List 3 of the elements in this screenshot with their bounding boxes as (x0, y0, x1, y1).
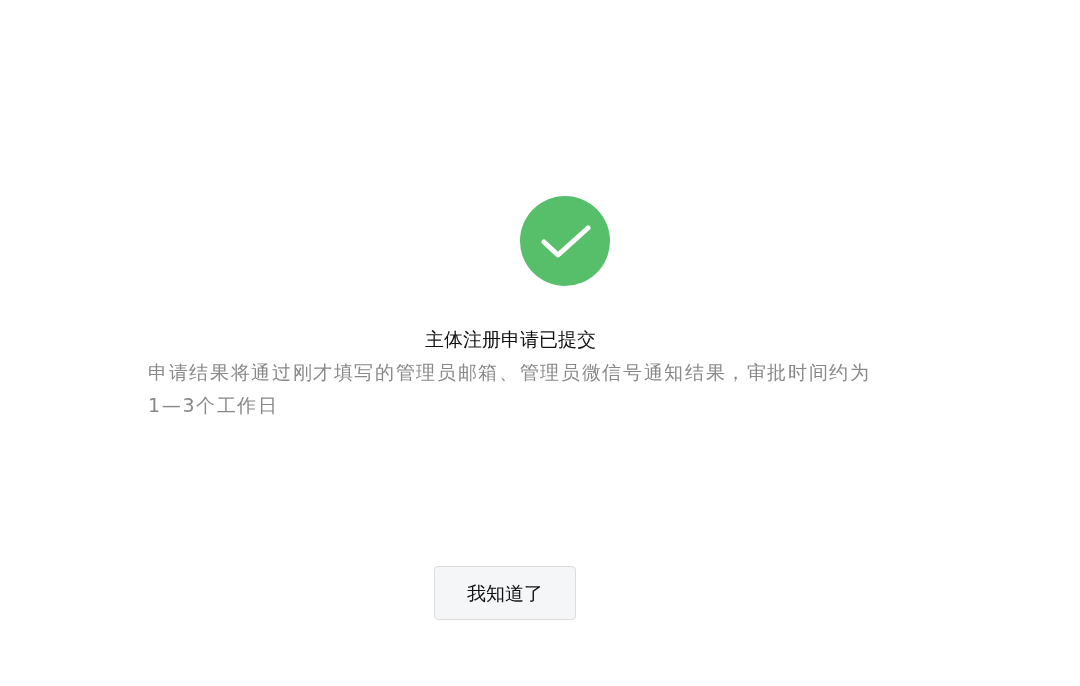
result-title: 主体注册申请已提交 (423, 327, 597, 352)
confirm-button[interactable]: 我知道了 (434, 566, 576, 620)
result-message: 申请结果将通过刚才填写的管理员邮箱、管理员微信号通知结果，审批时间约为1—3个工作日 (148, 360, 872, 418)
